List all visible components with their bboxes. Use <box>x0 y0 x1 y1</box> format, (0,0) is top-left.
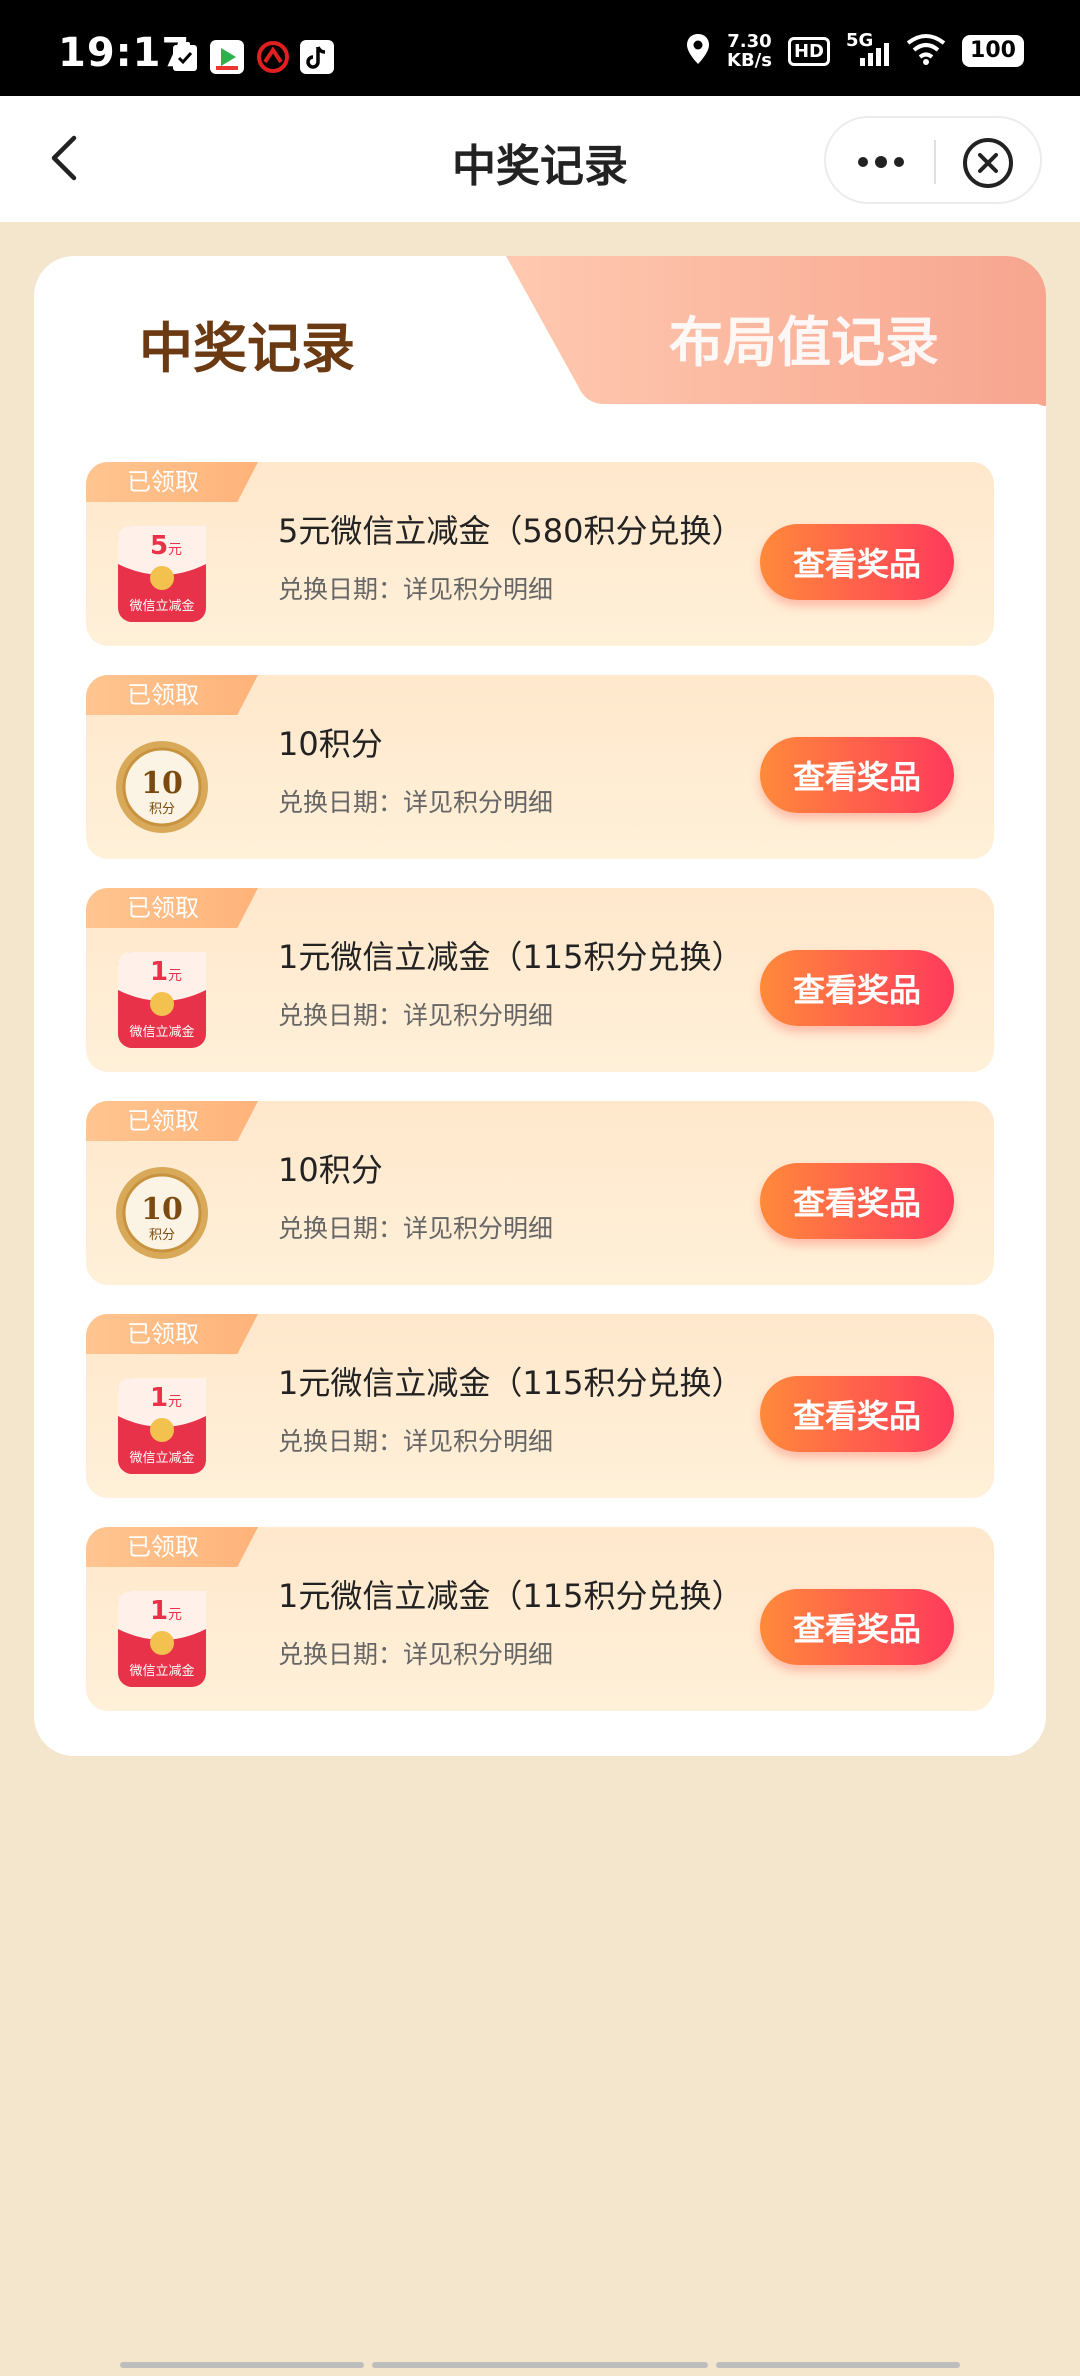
points-coin-icon: 10 积分 <box>112 1163 212 1263</box>
status-badge: 已领取 <box>86 462 258 502</box>
status-badge: 已领取 <box>86 1314 258 1354</box>
coin-unit: 积分 <box>149 1228 175 1243</box>
status-badge: 已领取 <box>86 1527 258 1567</box>
item-title: 5元微信立减金（580积分兑换） <box>278 512 744 550</box>
mini-program-capsule <box>824 116 1042 204</box>
envelope-amount: 1 <box>150 1596 168 1626</box>
bank-app-icon <box>256 40 290 74</box>
item-subtitle: 兑换日期：详见积分明细 <box>278 1640 554 1669</box>
view-prize-button[interactable]: 查看奖品 <box>760 950 954 1026</box>
tiktok-app-icon <box>300 40 334 74</box>
item-title: 1元微信立减金（115积分兑换） <box>278 938 744 976</box>
records-card: 中奖记录 布局值记录 已领取 5 元 微信立减金 5元微信立减金（580积分兑换… <box>34 256 1046 1756</box>
status-badge: 已领取 <box>86 888 258 928</box>
envelope-unit: 元 <box>168 1394 182 1410</box>
red-envelope-icon: 5 元 微信立减金 <box>112 524 212 624</box>
envelope-unit: 元 <box>168 968 182 984</box>
item-subtitle: 兑换日期：详见积分明细 <box>278 1427 554 1456</box>
item-subtitle: 兑换日期：详见积分明细 <box>278 1001 554 1030</box>
signal-icon: 5G <box>846 30 890 68</box>
red-envelope-icon: 1 元 微信立减金 <box>112 1589 212 1689</box>
tab-prize-records[interactable]: 中奖记录 <box>102 304 392 383</box>
status-bar: 19:17 7.30 KB/s HD 5G 100 <box>0 0 1080 96</box>
tab-bar: 中奖记录 布局值记录 <box>34 256 1046 406</box>
gesture-bar-right <box>716 2362 960 2368</box>
nav-bar: 中奖记录 <box>0 96 1080 222</box>
item-subtitle: 兑换日期：详见积分明细 <box>278 575 554 604</box>
envelope-caption: 微信立减金 <box>129 1450 194 1466</box>
envelope-amount: 5 <box>150 531 168 561</box>
list-item: 已领取 10 积分 10积分 兑换日期：详见积分明细 查看奖品 <box>86 675 994 859</box>
envelope-amount: 1 <box>150 1383 168 1413</box>
view-prize-button[interactable]: 查看奖品 <box>760 1163 954 1239</box>
coin-unit: 积分 <box>149 802 175 817</box>
video-app-icon <box>210 40 244 74</box>
item-title: 10积分 <box>278 725 383 763</box>
wifi-icon <box>906 33 946 69</box>
item-subtitle: 兑换日期：详见积分明细 <box>278 788 554 817</box>
gesture-bar-left <box>120 2362 364 2368</box>
list-item: 已领取 5 元 微信立减金 5元微信立减金（580积分兑换） 兑换日期：详见积分… <box>86 462 994 646</box>
status-indicators: 7.30 KB/s HD 5G 100 <box>685 28 1024 74</box>
view-prize-button[interactable]: 查看奖品 <box>760 524 954 600</box>
envelope-caption: 微信立减金 <box>129 598 194 614</box>
points-coin-icon: 10 积分 <box>112 737 212 837</box>
status-badge: 已领取 <box>86 675 258 715</box>
more-dots-icon[interactable] <box>854 144 908 180</box>
view-prize-button[interactable]: 查看奖品 <box>760 1376 954 1452</box>
item-title: 1元微信立减金（115积分兑换） <box>278 1577 744 1615</box>
item-subtitle: 兑换日期：详见积分明细 <box>278 1214 554 1243</box>
battery-indicator: 100 <box>962 35 1024 67</box>
list-item: 已领取 1 元 微信立减金 1元微信立减金（115积分兑换） 兑换日期：详见积分… <box>86 1314 994 1498</box>
list-item: 已领取 1 元 微信立减金 1元微信立减金（115积分兑换） 兑换日期：详见积分… <box>86 888 994 1072</box>
item-title: 10积分 <box>278 1151 383 1189</box>
list-item: 已领取 1 元 微信立减金 1元微信立减金（115积分兑换） 兑换日期：详见积分… <box>86 1527 994 1711</box>
red-envelope-icon: 1 元 微信立减金 <box>112 1376 212 1476</box>
envelope-unit: 元 <box>168 1607 182 1623</box>
gesture-bar-center <box>372 2362 708 2368</box>
envelope-unit: 元 <box>168 542 182 558</box>
view-prize-button[interactable]: 查看奖品 <box>760 737 954 813</box>
tab-layout-value-records[interactable]: 布局值记录 <box>614 298 994 377</box>
item-title: 1元微信立减金（115积分兑换） <box>278 1364 744 1402</box>
view-prize-button[interactable]: 查看奖品 <box>760 1589 954 1665</box>
list-item: 已领取 10 积分 10积分 兑换日期：详见积分明细 查看奖品 <box>86 1101 994 1285</box>
capsule-divider <box>934 140 936 184</box>
coin-amount: 10 <box>141 1192 183 1227</box>
network-speed-value: 7.30 <box>727 31 772 52</box>
envelope-caption: 微信立减金 <box>129 1663 194 1679</box>
envelope-caption: 微信立减金 <box>129 1024 194 1040</box>
close-circle-icon[interactable] <box>962 137 1014 189</box>
network-speed: 7.30 KB/s <box>727 32 772 70</box>
coin-amount: 10 <box>141 766 183 801</box>
status-badge: 已领取 <box>86 1101 258 1141</box>
network-speed-unit: KB/s <box>727 50 772 71</box>
envelope-amount: 1 <box>150 957 168 987</box>
location-icon <box>685 32 711 70</box>
red-envelope-icon: 1 元 微信立减金 <box>112 950 212 1050</box>
hd-badge: HD <box>787 36 830 66</box>
task-check-icon <box>168 40 202 74</box>
